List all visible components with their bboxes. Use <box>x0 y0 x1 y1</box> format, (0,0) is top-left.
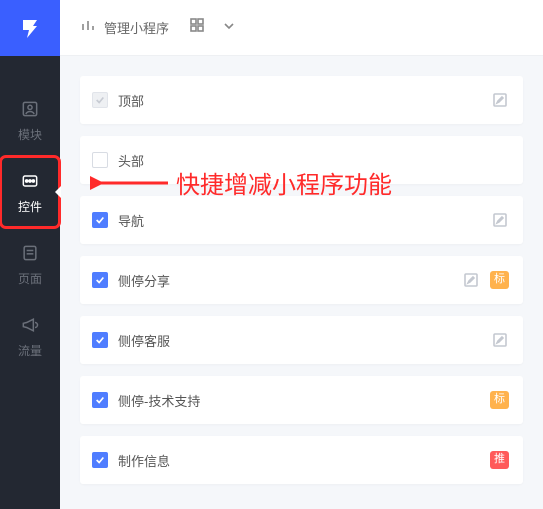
tag-badge: 标 <box>490 391 509 408</box>
widget-card-label: 导航 <box>118 211 144 230</box>
sidebar-item-label: 流量 <box>18 342 42 359</box>
left-sidebar: 模块 控件 页面 流量 <box>0 0 60 509</box>
checkbox[interactable] <box>92 152 108 168</box>
active-caret <box>55 186 61 198</box>
top-toolbar: 管理小程序 <box>60 0 543 56</box>
sidebar-item-label: 控件 <box>18 198 42 215</box>
widget-card-label: 侧停客服 <box>118 331 170 350</box>
widget-list: 顶部头部导航侧停分享标侧停客服侧停-技术支持标制作信息推 <box>80 76 523 484</box>
app-logo[interactable] <box>0 0 60 56</box>
widget-card-label: 顶部 <box>118 91 144 110</box>
checkbox[interactable] <box>92 452 108 468</box>
module-icon <box>19 98 41 120</box>
widget-card[interactable]: 制作信息 推 <box>80 436 523 484</box>
sidebar-item-modules[interactable]: 模块 <box>0 84 60 156</box>
checkbox <box>92 92 108 108</box>
sidebar-item-label: 模块 <box>18 126 42 143</box>
checkbox[interactable] <box>92 272 108 288</box>
page-icon <box>19 242 41 264</box>
widget-card[interactable]: 侧停-技术支持 标 <box>80 376 523 424</box>
widget-card[interactable]: 头部 <box>80 136 523 184</box>
sidebar-item-pages[interactable]: 页面 <box>0 228 60 300</box>
widget-card-label: 头部 <box>118 151 144 170</box>
tag-badge: 推 <box>490 451 509 468</box>
widget-card[interactable]: 导航 <box>80 196 523 244</box>
widget-card[interactable]: 顶部 <box>80 76 523 124</box>
widget-card[interactable]: 侧停客服 <box>80 316 523 364</box>
checkbox[interactable] <box>92 392 108 408</box>
chevron-down-icon <box>223 19 235 37</box>
widget-icon <box>19 170 41 192</box>
sidebar-item-traffic[interactable]: 流量 <box>0 300 60 372</box>
layout-dropdown[interactable] <box>189 17 235 38</box>
grid-icon <box>189 17 205 38</box>
edit-icon[interactable] <box>462 271 480 289</box>
megaphone-icon <box>19 314 41 336</box>
edit-icon[interactable] <box>491 211 509 229</box>
checkbox[interactable] <box>92 332 108 348</box>
widget-card[interactable]: 侧停分享 标 <box>80 256 523 304</box>
sidebar-item-widgets[interactable]: 控件 <box>0 156 60 228</box>
manage-miniapp-label: 管理小程序 <box>104 18 169 37</box>
bars-icon <box>80 18 96 37</box>
edit-icon[interactable] <box>491 91 509 109</box>
widget-card-label: 侧停分享 <box>118 271 170 290</box>
tag-badge: 标 <box>490 271 509 288</box>
sidebar-item-label: 页面 <box>18 270 42 287</box>
checkbox[interactable] <box>92 212 108 228</box>
edit-icon[interactable] <box>491 331 509 349</box>
widget-card-label: 侧停-技术支持 <box>118 391 200 410</box>
manage-miniapp-button[interactable]: 管理小程序 <box>80 18 169 37</box>
widget-card-label: 制作信息 <box>118 451 170 470</box>
